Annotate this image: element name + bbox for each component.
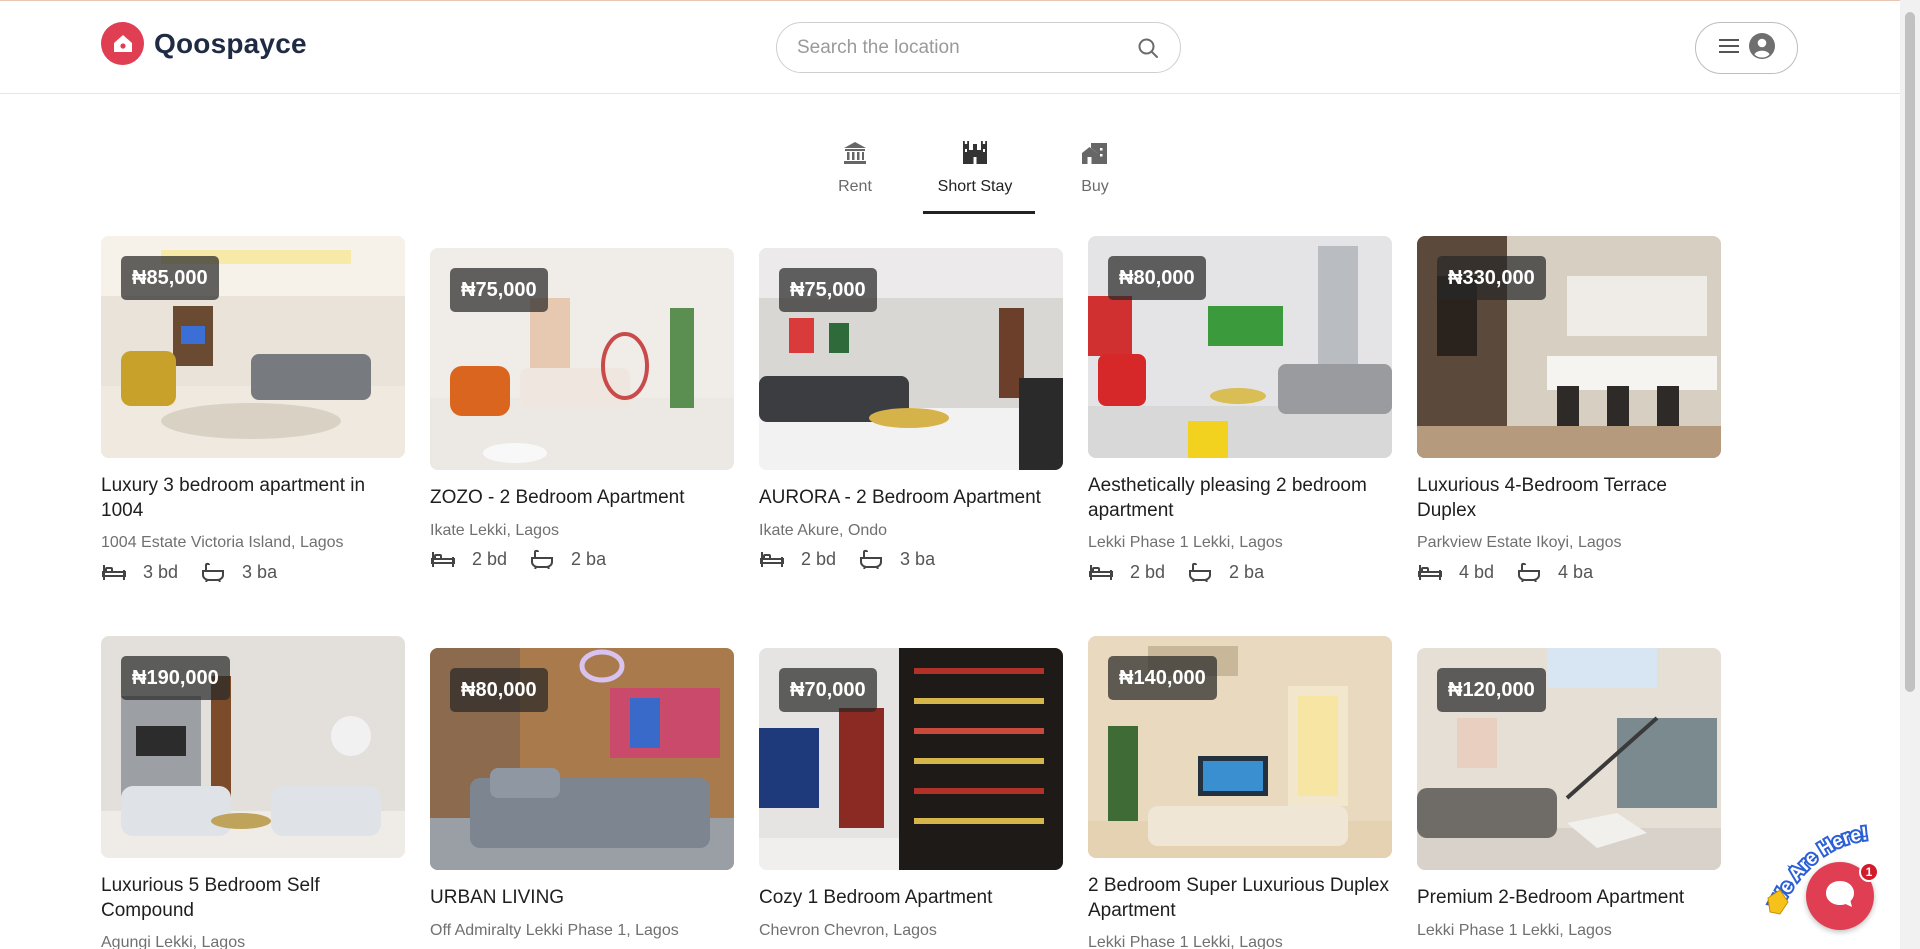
page-scrollbar[interactable] [1900, 0, 1920, 949]
unread-badge: 1 [1859, 862, 1879, 882]
bed-icon [430, 548, 456, 570]
category-tabs: Rent Short Stay Buy [795, 132, 1155, 214]
price-badge: ₦85,000 [121, 256, 219, 300]
tab-short-stay-label: Short Stay [937, 178, 1013, 195]
listing-photo[interactable]: ₦75,000 [430, 248, 734, 470]
bathtub-icon [858, 548, 884, 570]
bathroom-count: 3 ba [900, 548, 936, 569]
chat-bubble-icon [1823, 878, 1857, 915]
bedroom-count: 2 bd [1130, 561, 1166, 582]
bed-icon [1417, 561, 1443, 583]
bathtub-icon [529, 548, 555, 570]
listing-photo[interactable]: ₦85,000 [101, 236, 405, 458]
listing-title[interactable]: Luxury 3 bedroom apartment in 1004 [101, 473, 405, 523]
listing-location: Lekki Phase 1 Lekki, Lagos [1088, 534, 1283, 551]
listing-photo[interactable]: ₦80,000 [1088, 236, 1392, 458]
listing-meta: 4 bd 4 ba [1417, 561, 1615, 583]
listing-photo[interactable]: ₦120,000 [1417, 648, 1721, 870]
houses-icon [1080, 138, 1110, 168]
listing-location: Agungi Lekki, Lagos [101, 934, 246, 949]
listing-photo[interactable]: ₦70,000 [759, 648, 1063, 870]
listing-title[interactable]: Premium 2-Bedroom Apartment [1417, 885, 1721, 910]
listing-photo[interactable]: ₦330,000 [1417, 236, 1721, 458]
chat-widget[interactable]: We Are Here! 1 [1760, 820, 1900, 949]
listing-title[interactable]: AURORA - 2 Bedroom Apartment [759, 485, 1063, 510]
bedroom-count: 2 bd [801, 548, 837, 569]
user-avatar-icon [1748, 32, 1775, 64]
listing-meta: 3 bd 3 ba [101, 561, 299, 583]
bank-icon [840, 138, 870, 168]
listing-meta: 2 bd 2 ba [1088, 561, 1286, 583]
tab-rent-label: Rent [838, 178, 872, 195]
listing-photo[interactable]: ₦140,000 [1088, 636, 1392, 858]
search-bar[interactable] [776, 22, 1181, 73]
listing-location: Ikate Akure, Ondo [759, 522, 888, 539]
price-badge: ₦140,000 [1108, 656, 1217, 700]
listing-location: Chevron Chevron, Lagos [759, 922, 937, 939]
search-input[interactable] [797, 36, 1136, 59]
listing-photo[interactable]: ₦80,000 [430, 648, 734, 870]
listing-meta: 2 bd 2 ba [430, 548, 628, 570]
hamburger-icon [1718, 38, 1739, 59]
listing-title[interactable]: 2 Bedroom Super Luxurious Duplex Apartme… [1088, 873, 1392, 923]
site-header: Qoospayce [0, 1, 1900, 94]
house-tag-icon [101, 22, 144, 65]
search-icon[interactable] [1136, 36, 1160, 60]
bed-icon [101, 561, 127, 583]
price-badge: ₦190,000 [121, 656, 230, 700]
bathroom-count: 2 ba [571, 548, 607, 569]
bathtub-icon [200, 561, 226, 583]
bedroom-count: 3 bd [143, 561, 179, 582]
bathroom-count: 3 ba [242, 561, 278, 582]
listing-location: Off Admiralty Lekki Phase 1, Lagos [430, 922, 679, 939]
bathroom-count: 2 ba [1229, 561, 1265, 582]
listing-title[interactable]: Cozy 1 Bedroom Apartment [759, 885, 1063, 910]
listing-photo[interactable]: ₦75,000 [759, 248, 1063, 470]
tab-buy[interactable]: Buy [1035, 132, 1155, 214]
price-badge: ₦75,000 [779, 268, 877, 312]
listing-title[interactable]: URBAN LIVING [430, 885, 734, 910]
listing-location: Lekki Phase 1 Lekki, Lagos [1088, 934, 1283, 949]
scrollbar-thumb[interactable] [1905, 12, 1915, 692]
listing-location: Parkview Estate Ikoyi, Lagos [1417, 534, 1622, 551]
tab-short-stay[interactable]: Short Stay [915, 132, 1035, 214]
price-badge: ₦120,000 [1437, 668, 1546, 712]
listing-location: Lekki Phase 1 Lekki, Lagos [1417, 922, 1612, 939]
listing-title[interactable]: Luxurious 5 Bedroom Self Compound [101, 873, 405, 923]
listing-meta: 2 bd 3 ba [759, 548, 957, 570]
castle-icon [960, 138, 990, 168]
price-badge: ₦70,000 [779, 668, 877, 712]
bed-icon [1088, 561, 1114, 583]
brand-name: Qoospayce [154, 27, 307, 59]
listing-title[interactable]: ZOZO - 2 Bedroom Apartment [430, 485, 734, 510]
tab-buy-label: Buy [1081, 178, 1109, 195]
bedroom-count: 2 bd [472, 548, 508, 569]
listing-title[interactable]: Aesthetically pleasing 2 bedroom apartme… [1088, 473, 1392, 523]
bathtub-icon [1187, 561, 1213, 583]
listing-location: Ikate Lekki, Lagos [430, 522, 559, 539]
price-badge: ₦75,000 [450, 268, 548, 312]
bathtub-icon [1516, 561, 1542, 583]
tab-rent[interactable]: Rent [795, 132, 915, 214]
price-badge: ₦80,000 [450, 668, 548, 712]
brand-logo[interactable]: Qoospayce [101, 22, 307, 65]
price-badge: ₦80,000 [1108, 256, 1206, 300]
bed-icon [759, 548, 785, 570]
bathroom-count: 4 ba [1558, 561, 1594, 582]
price-badge: ₦330,000 [1437, 256, 1546, 300]
listing-location: 1004 Estate Victoria Island, Lagos [101, 534, 344, 551]
listing-photo[interactable]: ₦190,000 [101, 636, 405, 858]
listing-title[interactable]: Luxurious 4-Bedroom Terrace Duplex [1417, 473, 1721, 523]
user-menu-button[interactable] [1695, 22, 1798, 74]
bedroom-count: 4 bd [1459, 561, 1495, 582]
